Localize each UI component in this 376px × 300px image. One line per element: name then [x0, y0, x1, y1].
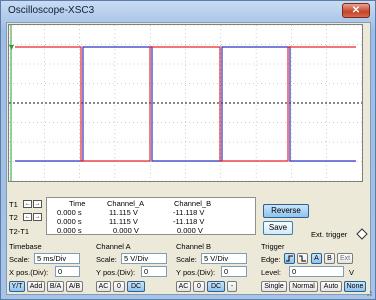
- channel-a-dc-button[interactable]: DC: [127, 281, 145, 292]
- channel-b-scale-label: Scale:: [176, 255, 197, 264]
- trigger-level-unit: V: [349, 268, 355, 277]
- t2-label: T2: [9, 213, 18, 222]
- scope-svg: [9, 25, 362, 181]
- channel-a-zero-button[interactable]: 0: [113, 281, 125, 292]
- t2-left-arrow-icon[interactable]: ←: [23, 213, 32, 221]
- ext-trigger-label: Ext. trigger: [311, 230, 348, 239]
- trigger-title: Trigger: [261, 242, 285, 251]
- oscilloscope-window: Oscilloscope-XSC3 ✕ T1 ← → T2 ← → T2-T1 …: [0, 0, 376, 300]
- t2-channel-b: -11.118 V: [173, 217, 205, 226]
- channel-a-title: Channel A: [96, 242, 131, 251]
- trigger-source-b-button[interactable]: B: [324, 253, 335, 264]
- channel-a-scale-label: Scale:: [96, 255, 117, 264]
- reverse-button[interactable]: Reverse: [263, 204, 309, 218]
- rising-edge-icon[interactable]: [284, 253, 295, 264]
- channel-a-ac-button[interactable]: AC: [96, 281, 111, 292]
- mode-add-button[interactable]: Add: [27, 281, 45, 292]
- window-title: Oscilloscope-XSC3: [8, 5, 95, 16]
- channel-b-dc-button[interactable]: DC: [207, 281, 225, 292]
- t1-channel-b: -11.118 V: [173, 208, 205, 217]
- trigger-edge-label: Edge:: [261, 255, 281, 264]
- cursor-t1-marker-icon: [9, 45, 14, 50]
- readout-table: Time Channel_A Channel_B 0.000 s 11.115 …: [46, 197, 256, 235]
- timebase-title: Timebase: [9, 242, 42, 251]
- channel-b-zero-button[interactable]: 0: [193, 281, 205, 292]
- save-button[interactable]: Save: [263, 221, 293, 235]
- scope-display: [8, 24, 363, 182]
- falling-edge-icon[interactable]: [297, 253, 308, 264]
- t1-label: T1: [9, 200, 18, 209]
- channel-b-ypos-label: Y pos.(Div):: [176, 268, 216, 277]
- channel-a-scale-field[interactable]: 5 V/Div: [121, 253, 167, 264]
- ext-trigger-connector-icon[interactable]: [356, 228, 368, 240]
- mode-yt-button[interactable]: Y/T: [9, 281, 25, 292]
- channel-a-ypos-label: Y pos.(Div):: [96, 268, 136, 277]
- t2-t1-channel-b: 0.000 V: [177, 226, 203, 235]
- t1-time: 0.000 s: [57, 208, 82, 217]
- t2-t1-label: T2-T1: [9, 227, 30, 236]
- t1-channel-a: 11.115 V: [109, 208, 138, 217]
- channel-b-ac-button[interactable]: AC: [176, 281, 191, 292]
- channel-b-scale-field[interactable]: 5 V/Div: [201, 253, 247, 264]
- t1-left-arrow-icon[interactable]: ←: [23, 200, 32, 208]
- t1-right-arrow-icon[interactable]: →: [33, 200, 42, 208]
- channel-b-ypos-field[interactable]: 0: [221, 266, 247, 277]
- trigger-source-a-button[interactable]: A: [311, 253, 322, 264]
- channel-b-title: Channel B: [176, 242, 212, 251]
- t2-time: 0.000 s: [57, 217, 82, 226]
- trigger-auto-button[interactable]: Auto: [320, 281, 342, 292]
- t2-t1-time: 0.000 s: [57, 226, 82, 235]
- trigger-level-field[interactable]: 0: [289, 266, 344, 277]
- trigger-normal-button[interactable]: Normal: [289, 281, 318, 292]
- timebase-scale-label: Scale:: [9, 255, 30, 264]
- close-button[interactable]: ✕: [342, 3, 370, 18]
- t2-channel-a: 11.115 V: [109, 217, 138, 226]
- resize-grip-icon[interactable]: [365, 289, 373, 297]
- channel-b-invert-button[interactable]: -: [227, 281, 237, 292]
- channel-a-ypos-field[interactable]: 0: [141, 266, 167, 277]
- trigger-level-label: Level:: [261, 268, 282, 277]
- trigger-source-ext-button[interactable]: Ext: [337, 253, 353, 264]
- header-time: Time: [69, 199, 86, 208]
- trigger-single-button[interactable]: Single: [261, 281, 287, 292]
- mode-ab-button[interactable]: A/B: [66, 281, 83, 292]
- t2-right-arrow-icon[interactable]: →: [33, 213, 42, 221]
- t2-t1-channel-a: 0.000 V: [113, 226, 139, 235]
- header-channel-a: Channel_A: [107, 199, 145, 208]
- timebase-xpos-field[interactable]: 0: [55, 266, 80, 277]
- mode-ba-button[interactable]: B/A: [47, 281, 64, 292]
- timebase-scale-field[interactable]: 5 ms/Div: [34, 253, 80, 264]
- trigger-none-button[interactable]: None: [344, 281, 366, 292]
- header-channel-b: Channel_B: [174, 199, 212, 208]
- timebase-xpos-label: X pos.(Div):: [9, 268, 49, 277]
